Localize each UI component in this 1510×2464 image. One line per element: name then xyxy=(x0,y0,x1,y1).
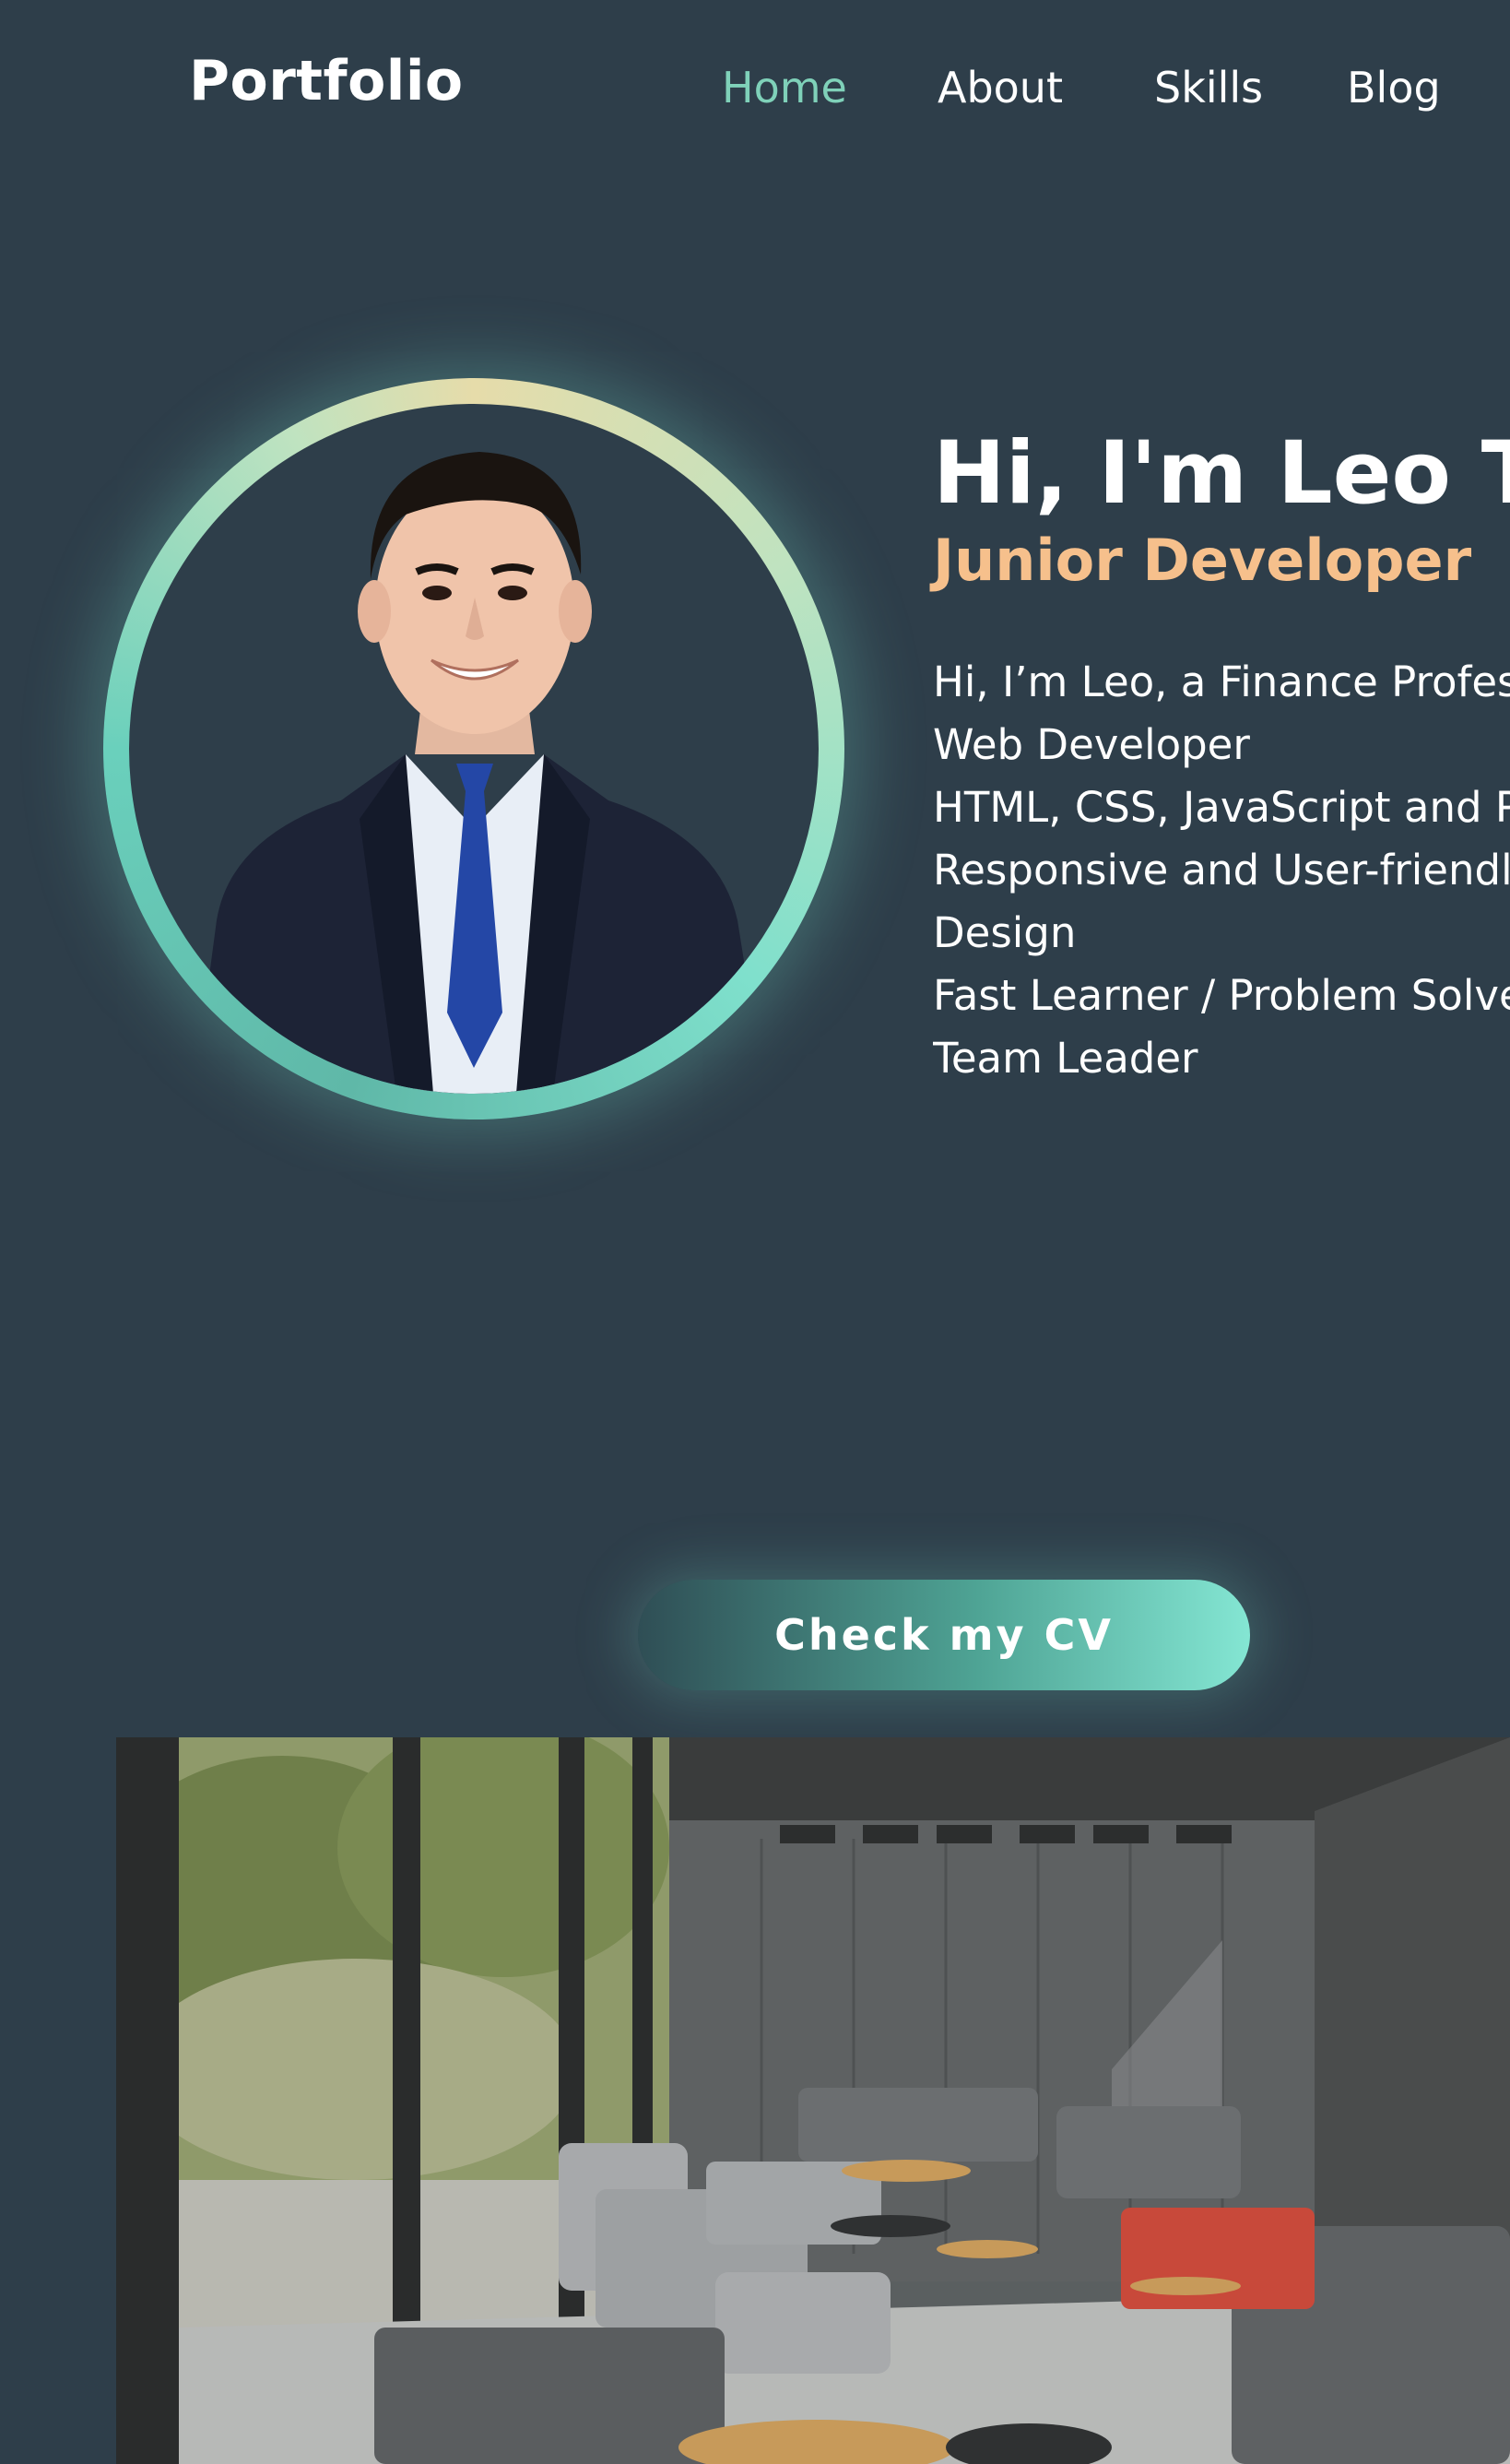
site-header: Portfolio Home About Skills Blog xyxy=(0,0,1510,184)
avatar xyxy=(129,404,819,1094)
hero-line: Design xyxy=(933,908,1077,957)
nav-blog[interactable]: Blog xyxy=(1347,66,1441,109)
check-cv-button[interactable]: Check my CV xyxy=(638,1580,1250,1690)
hero-line: Responsive and User-friendl xyxy=(933,846,1510,894)
lounge-illustration xyxy=(116,1737,1510,2464)
profile-photo xyxy=(194,452,765,1094)
avatar-ring xyxy=(103,378,844,1119)
hero-role: Junior Developer xyxy=(933,527,1472,594)
hero-line: HTML, CSS, JavaScript and Py xyxy=(933,783,1510,832)
nav-home[interactable]: Home xyxy=(722,66,847,109)
hero-description: Hi, I’m Leo, a Finance Profess Web Devel… xyxy=(933,651,1510,1090)
hero-line: Fast Learner / Problem Solve xyxy=(933,971,1510,1020)
hero-line: Team Leader xyxy=(933,1034,1198,1083)
hero-heading: Hi, I'm Leo Tra xyxy=(933,426,1510,522)
nav-about[interactable]: About xyxy=(938,66,1063,109)
hero-line: Hi, I’m Leo, a Finance Profess xyxy=(933,657,1510,706)
main-nav: Home About Skills Blog xyxy=(0,66,1510,122)
lounge-photo xyxy=(116,1737,1510,2464)
nav-skills[interactable]: Skills xyxy=(1154,66,1263,109)
hero-line: Web Developer xyxy=(933,720,1250,769)
